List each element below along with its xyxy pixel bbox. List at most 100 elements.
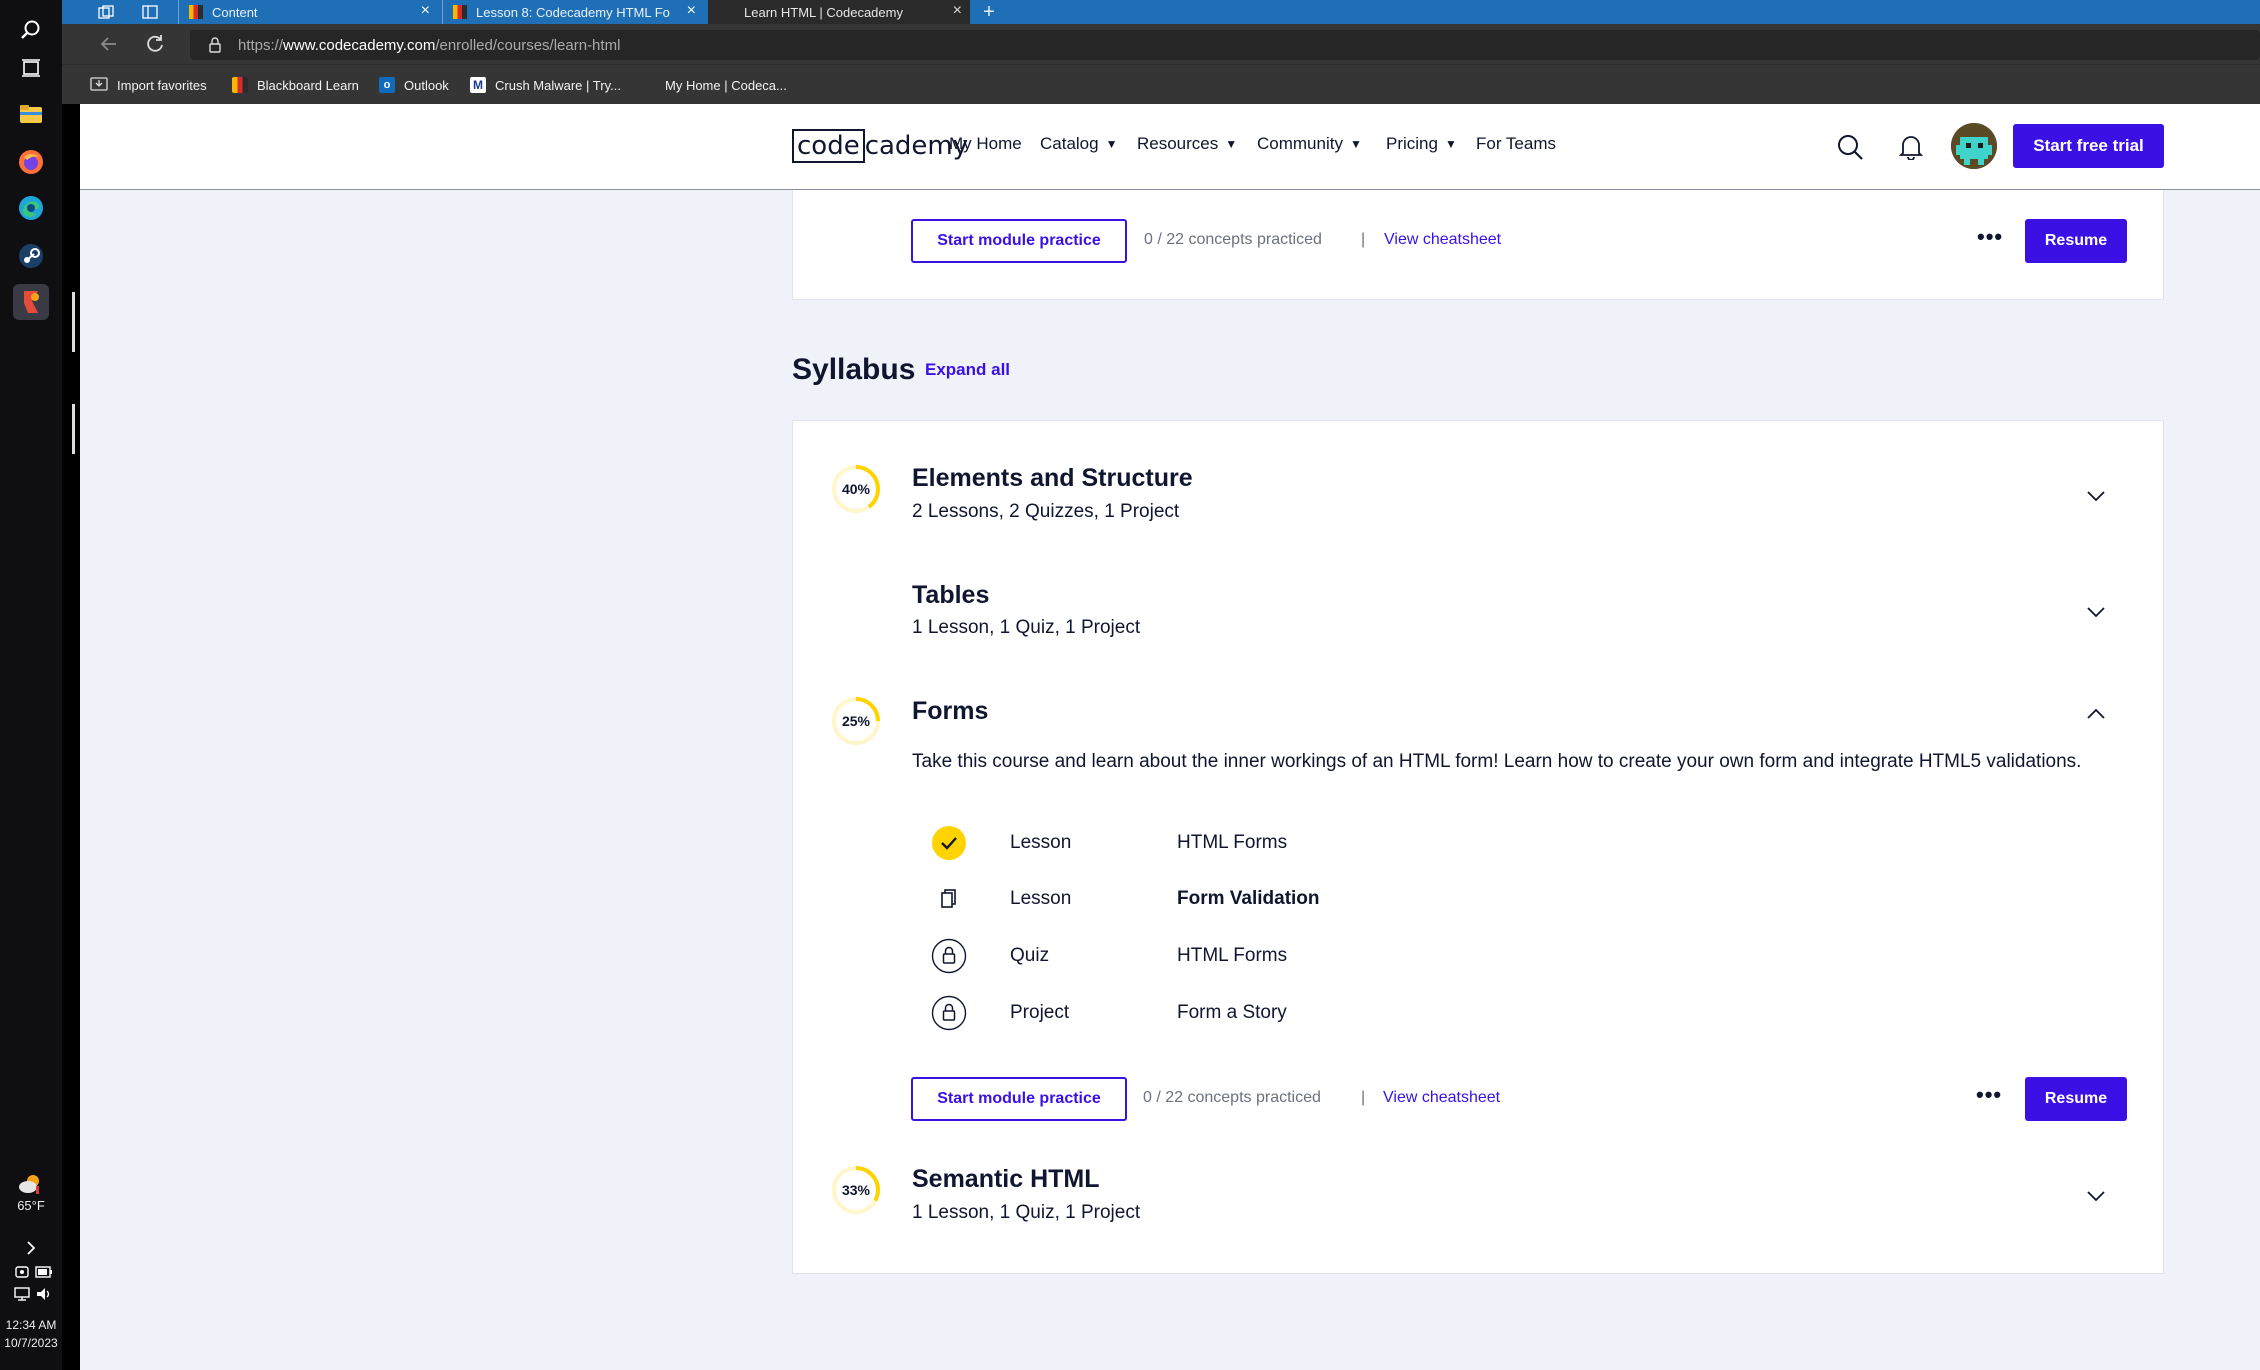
module-title[interactable]: Elements and Structure: [912, 464, 1193, 493]
item-type: Quiz: [1010, 945, 1050, 966]
tab-label: Lesson 8: Codecademy HTML Fo: [476, 4, 670, 20]
tab-learn-html[interactable]: Learn HTML | Codecademy ×: [708, 0, 970, 24]
item-title[interactable]: Form a Story: [1177, 1002, 1287, 1024]
nav-catalog[interactable]: Catalog ▼: [1040, 134, 1118, 154]
firefox-icon[interactable]: [13, 144, 49, 180]
browser-address-bar: https://www.codecademy.com/enrolled/cour…: [62, 24, 2260, 64]
workspaces-icon[interactable]: [98, 0, 116, 24]
bookmark-import-favorites[interactable]: Import favorites: [90, 65, 207, 105]
url-input[interactable]: https://www.codecademy.com/enrolled/cour…: [190, 30, 2260, 60]
start-module-practice-button[interactable]: Start module practice: [911, 1077, 1127, 1121]
bell-icon[interactable]: [1896, 132, 1926, 162]
nav-label: My Home: [949, 134, 1022, 153]
resume-button[interactable]: Resume: [2025, 1077, 2127, 1121]
chevron-down-icon[interactable]: [2084, 600, 2108, 624]
bookmark-my-home-codecademy[interactable]: My Home | Codeca...: [640, 65, 787, 105]
clock-time[interactable]: 12:34 AM: [0, 1318, 62, 1332]
more-options-icon[interactable]: •••: [1976, 1082, 2002, 1108]
module-title[interactable]: Tables: [912, 581, 989, 610]
nav-resources[interactable]: Resources ▼: [1137, 134, 1237, 154]
chevron-down-icon[interactable]: [2084, 1184, 2108, 1208]
close-tab-icon[interactable]: ×: [687, 2, 696, 20]
item-title[interactable]: Form Validation: [1177, 888, 1320, 910]
search-icon[interactable]: [1835, 132, 1865, 162]
module-subtitle: 1 Lesson, 1 Quiz, 1 Project: [912, 1202, 1141, 1223]
close-tab-icon[interactable]: ×: [421, 2, 430, 20]
url-scheme: https://: [238, 36, 284, 54]
caret-down-icon: ▼: [1105, 137, 1118, 151]
weather-icon[interactable]: [13, 1166, 49, 1202]
view-cheatsheet-link[interactable]: View cheatsheet: [1384, 231, 1501, 249]
syllabus-heading: Syllabus: [792, 353, 916, 386]
nav-label: Community: [1257, 134, 1343, 153]
bookmarks-bar: Import favorites Blackboard Learn o Outl…: [62, 64, 2260, 104]
nav-my-home[interactable]: My Home: [949, 134, 1022, 154]
nav-label: For Teams: [1476, 134, 1556, 153]
item-title[interactable]: HTML Forms: [1177, 945, 1287, 967]
tab-label: Content: [212, 4, 258, 20]
bookmark-label: Outlook: [404, 77, 449, 93]
blackboard-favicon-icon: [232, 77, 248, 93]
tab-label: Learn HTML | Codecademy: [744, 4, 903, 20]
blackboard-favicon-icon: [453, 5, 467, 19]
nav-for-teams[interactable]: For Teams: [1476, 134, 1556, 154]
clock-date[interactable]: 10/7/2023: [0, 1336, 62, 1350]
caret-down-icon: ▼: [1225, 137, 1238, 151]
bookmark-blackboard-learn[interactable]: Blackboard Learn: [232, 65, 359, 105]
bookmark-label: Crush Malware | Try...: [495, 77, 621, 93]
tab-content[interactable]: Content ×: [178, 0, 438, 24]
item-type: Project: [1010, 1002, 1070, 1023]
bookmark-label: Blackboard Learn: [257, 77, 359, 93]
nav-label: Pricing: [1386, 134, 1438, 153]
bookmark-outlook[interactable]: o Outlook: [379, 65, 449, 105]
url-host: www.codecademy.com: [283, 36, 436, 54]
chevron-up-icon[interactable]: [2084, 702, 2108, 726]
outlook-icon: o: [379, 77, 395, 93]
progress-ring: 33%: [831, 1165, 881, 1215]
file-explorer-icon[interactable]: [13, 96, 49, 132]
blackboard-favicon-icon: [189, 5, 203, 19]
new-tab-button[interactable]: +: [976, 0, 1002, 24]
volume-icon[interactable]: [26, 1276, 62, 1312]
progress-label: 40%: [841, 481, 871, 497]
refresh-icon[interactable]: [144, 33, 168, 55]
avatar[interactable]: [1951, 123, 1997, 169]
progress-label: 33%: [841, 1182, 871, 1198]
codecademy-logo[interactable]: code cademy: [792, 127, 968, 165]
caret-down-icon: ▼: [1349, 137, 1362, 151]
task-view-icon[interactable]: [13, 50, 49, 86]
edge-icon[interactable]: [13, 190, 49, 226]
chevron-down-icon[interactable]: [2084, 484, 2108, 508]
module-title[interactable]: Forms: [912, 697, 988, 726]
resume-button[interactable]: Resume: [2025, 219, 2127, 263]
lock-icon[interactable]: [208, 37, 222, 57]
malwarebytes-icon: M: [470, 77, 486, 93]
expand-all-link[interactable]: Expand all: [925, 360, 1010, 380]
item-title[interactable]: HTML Forms: [1177, 832, 1287, 854]
back-arrow-icon[interactable]: [98, 33, 122, 55]
progress-label: 25%: [841, 713, 871, 729]
start-module-practice-button[interactable]: Start module practice: [911, 219, 1127, 263]
steam-icon[interactable]: [13, 238, 49, 274]
bookmark-label: Import favorites: [117, 77, 207, 93]
check-icon: [931, 825, 967, 861]
bookmark-crush-malware[interactable]: M Crush Malware | Try...: [470, 65, 621, 105]
nav-pricing[interactable]: Pricing ▼: [1386, 134, 1457, 154]
nav-label: Catalog: [1040, 134, 1099, 153]
item-type: Lesson: [1010, 888, 1072, 909]
app-icon[interactable]: [13, 284, 49, 320]
search-icon[interactable]: [13, 12, 49, 48]
module-title[interactable]: Semantic HTML: [912, 1165, 1100, 1194]
nav-community[interactable]: Community ▼: [1257, 134, 1362, 154]
tab-lesson-8[interactable]: Lesson 8: Codecademy HTML Fo ×: [442, 0, 704, 24]
more-options-icon[interactable]: •••: [1977, 224, 2003, 250]
url-path: /enrolled/courses/learn-html: [435, 36, 621, 54]
nav-label: Resources: [1137, 134, 1219, 153]
vertical-tabs-icon[interactable]: [142, 0, 160, 24]
view-cheatsheet-link[interactable]: View cheatsheet: [1383, 1089, 1500, 1107]
close-tab-icon[interactable]: ×: [953, 2, 962, 20]
windows-taskbar: 65°F 12:34 AM 10/7/2023: [0, 0, 75, 1370]
window-edge-divider: [72, 404, 75, 454]
start-free-trial-button[interactable]: Start free trial: [2013, 124, 2164, 168]
logo-code: code: [792, 129, 865, 163]
